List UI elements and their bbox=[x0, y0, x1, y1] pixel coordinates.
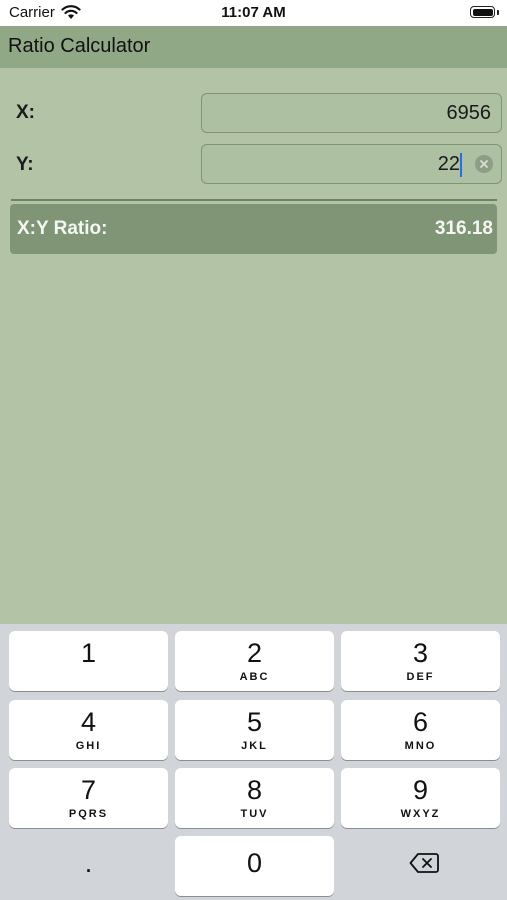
key-decimal[interactable]: . bbox=[9, 836, 168, 896]
key-2[interactable]: 2 ABC bbox=[175, 631, 334, 691]
key-number: 9 bbox=[412, 775, 429, 805]
key-5[interactable]: 5 JKL bbox=[175, 700, 334, 760]
key-number: 4 bbox=[80, 707, 97, 737]
key-letters: PQRS bbox=[68, 808, 109, 820]
key-letters: TUV bbox=[240, 808, 269, 820]
status-bar: Carrier 11:07 AM bbox=[0, 0, 507, 26]
key-number: 2 bbox=[246, 638, 263, 668]
clear-icon[interactable] bbox=[475, 155, 493, 173]
key-0[interactable]: 0 bbox=[175, 836, 334, 896]
y-input[interactable]: 22 bbox=[201, 144, 502, 184]
key-8[interactable]: 8 TUV bbox=[175, 768, 334, 828]
key-letters: WXYZ bbox=[400, 808, 441, 820]
key-9[interactable]: 9 WXYZ bbox=[341, 768, 500, 828]
key-7[interactable]: 7 PQRS bbox=[9, 768, 168, 828]
battery-tip bbox=[497, 10, 499, 15]
key-number: 1 bbox=[80, 638, 97, 668]
key-4[interactable]: 4 GHI bbox=[9, 700, 168, 760]
result-value: 316.18 bbox=[434, 218, 493, 239]
x-label: X: bbox=[16, 102, 35, 123]
page-title: Ratio Calculator bbox=[8, 35, 151, 57]
battery-icon bbox=[470, 6, 495, 18]
key-letters: ABC bbox=[239, 671, 270, 683]
divider bbox=[11, 199, 497, 201]
key-number: . bbox=[84, 848, 93, 878]
key-number: 6 bbox=[412, 707, 429, 737]
key-1[interactable]: 1 bbox=[9, 631, 168, 691]
x-input[interactable]: 6956 bbox=[201, 93, 502, 133]
backspace-icon[interactable] bbox=[409, 851, 439, 875]
y-input-value: 22 bbox=[437, 153, 460, 175]
key-number: 5 bbox=[246, 707, 263, 737]
x-input-value: 6956 bbox=[446, 102, 492, 124]
y-label: Y: bbox=[16, 154, 34, 175]
key-letters: MNO bbox=[404, 740, 437, 752]
key-letters: GHI bbox=[75, 740, 102, 752]
key-letters: DEF bbox=[406, 671, 435, 683]
text-cursor bbox=[460, 153, 462, 177]
key-6[interactable]: 6 MNO bbox=[341, 700, 500, 760]
clock: 11:07 AM bbox=[221, 4, 286, 21]
key-3[interactable]: 3 DEF bbox=[341, 631, 500, 691]
key-number: 8 bbox=[246, 775, 263, 805]
key-number: 0 bbox=[246, 848, 263, 878]
key-letters: JKL bbox=[241, 740, 268, 752]
result-bar: X:Y Ratio: 316.18 bbox=[10, 204, 497, 254]
app-header: Ratio Calculator bbox=[0, 26, 507, 68]
result-label: X:Y Ratio: bbox=[17, 218, 108, 239]
key-number: 7 bbox=[80, 775, 97, 805]
key-number: 3 bbox=[412, 638, 429, 668]
